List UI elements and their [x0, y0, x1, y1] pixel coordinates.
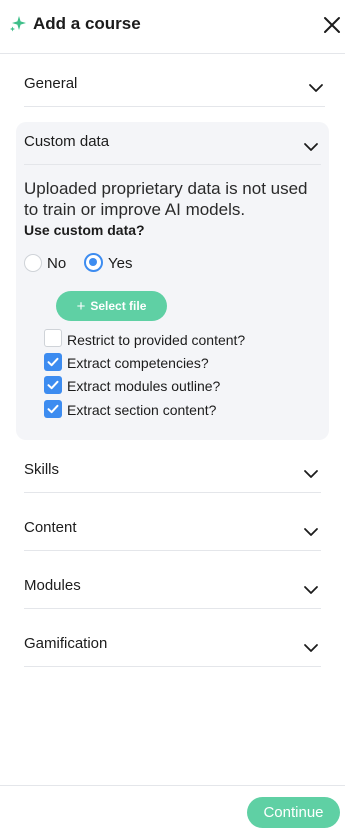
section-label-gamification: Gamification [24, 635, 108, 652]
close-icon[interactable] [321, 14, 343, 36]
chevron-down-icon[interactable] [303, 640, 319, 656]
privacy-note: Uploaded proprietary data is not used to… [24, 179, 308, 219]
radio-no-label: No [47, 255, 67, 272]
divider [24, 106, 325, 107]
radio-no[interactable] [24, 254, 42, 272]
check-icon [47, 380, 59, 390]
divider [24, 164, 321, 165]
section-label-modules: Modules [24, 577, 81, 594]
checkbox-label: Restrict to provided content? [67, 332, 246, 348]
divider [24, 550, 321, 551]
chevron-down-icon[interactable] [303, 139, 319, 155]
chevron-down-icon[interactable] [308, 80, 324, 96]
radio-yes-label: Yes [108, 255, 133, 272]
dialog-header: Add a course [0, 0, 345, 54]
divider [24, 666, 321, 667]
select-file-button[interactable]: + Select file [56, 291, 167, 321]
checkbox-label: Extract competencies? [67, 355, 209, 371]
chevron-down-icon[interactable] [303, 524, 319, 540]
use-custom-data-label: Use custom data? [24, 222, 145, 238]
section-label-skills: Skills [24, 461, 60, 478]
section-label-custom-data: Custom data [24, 133, 110, 150]
checkbox-extract-modules-outline[interactable] [44, 376, 62, 394]
checkbox-extract-competencies[interactable] [44, 353, 62, 371]
check-icon [47, 404, 59, 414]
continue-button[interactable]: Continue [247, 797, 340, 828]
checkbox-restrict-content[interactable] [44, 329, 62, 347]
dialog-title: Add a course [33, 14, 141, 33]
divider [24, 608, 321, 609]
checkbox-extract-section-content[interactable] [44, 400, 62, 418]
section-label-content: Content [24, 519, 77, 536]
chevron-down-icon[interactable] [303, 466, 319, 482]
section-label-general: General [24, 75, 78, 92]
select-file-label: Select file [90, 299, 147, 313]
plus-icon: + [76, 297, 86, 315]
checkbox-label: Extract modules outline? [67, 378, 221, 394]
divider [24, 492, 321, 493]
check-icon [47, 357, 59, 367]
checkbox-label: Extract section content? [67, 402, 217, 418]
radio-yes[interactable] [84, 253, 103, 272]
chevron-down-icon[interactable] [303, 582, 319, 598]
sparkle-icon [10, 16, 26, 32]
